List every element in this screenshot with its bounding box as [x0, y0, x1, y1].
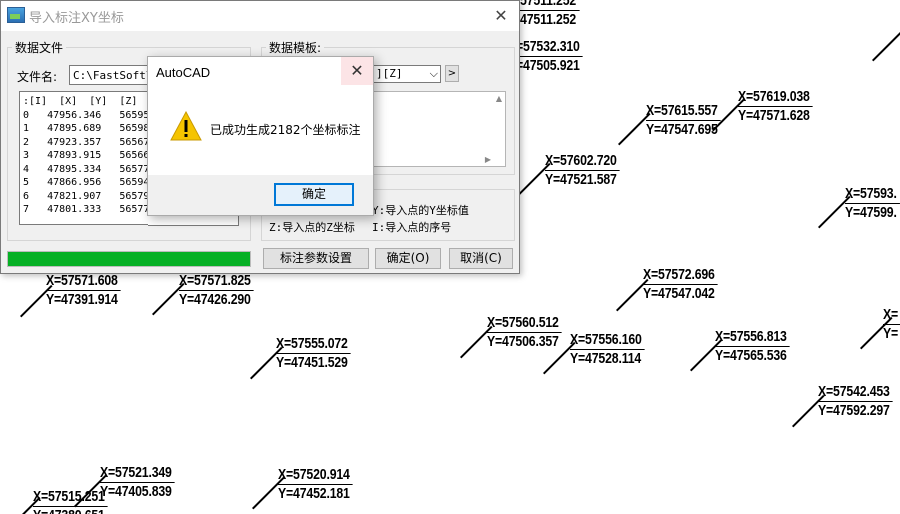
annotation-x-value: X=57571.608 — [46, 272, 122, 291]
coordinate-annotation[interactable]: X=57542.453 Y=47592.297 — [818, 383, 894, 420]
message-text: 已成功生成2182个坐标标注 — [210, 123, 361, 137]
data-preview-line: :[I] [X] [Y] [Z] — [23, 96, 138, 107]
data-preview-line: 5 47866.956 56594.96 — [23, 177, 148, 188]
data-preview-line: 1 47895.689 56598.86 — [23, 123, 148, 134]
hint-i-label: I:导入点的序号 — [372, 221, 452, 234]
coordinate-annotation[interactable]: X=57571.825 Y=47426.290 — [179, 272, 255, 309]
progress-fill — [8, 252, 250, 266]
template-dropdown[interactable]: ][Z] ⌵ — [372, 65, 441, 83]
template-value: ][Z] — [376, 67, 403, 80]
data-preview-line: 7 47801.333 56577.225 211.500 — [23, 204, 148, 215]
data-file-legend: 数据文件 — [15, 41, 64, 55]
coordinate-annotation[interactable]: X=57556.813 Y=47565.536 — [715, 328, 791, 365]
coordinate-annotation[interactable]: X=57572.696 Y=47547.042 — [643, 266, 719, 303]
message-box-close-button[interactable]: ✕ — [341, 57, 373, 85]
annotation-y-value: Y=47506.357 — [487, 333, 559, 350]
file-name-label: 文件名: — [17, 70, 58, 84]
data-preview-line: 0 47956.346 56595.31 — [23, 109, 148, 121]
annotation-x-value: X=57615.557 — [646, 102, 722, 121]
annotation-y-value: Y=47565.536 — [715, 347, 787, 364]
coordinate-annotation[interactable]: X=57521.349 Y=47405.839 — [100, 464, 176, 501]
annotation-x-value: X=57520.914 — [278, 466, 354, 485]
annotation-y-value: Y= — [883, 325, 899, 342]
annotation-x-value: X=57571.825 — [179, 272, 255, 291]
annotation-x-value: X=57556.160 — [570, 331, 646, 350]
annotation-y-value: Y=47599. — [845, 204, 897, 221]
data-preview-line: 2 47923.357 56567.64 — [23, 136, 148, 148]
data-preview-list[interactable]: :[I] [X] [Y] [Z] 0 47956.346 56595.31 1 47… — [19, 91, 149, 225]
hint-z-label: Z:导入点的Z坐标 — [269, 221, 355, 234]
annotation-x-value: X=57542.453 — [818, 383, 894, 402]
scroll-right-icon[interactable]: ▶ — [485, 155, 491, 164]
annotation-x-value: X=57515.251 — [33, 488, 109, 507]
annotation-y-value: Y=47547.695 — [646, 121, 718, 138]
coordinate-annotation[interactable]: X=57615.557 Y=47547.695 — [646, 102, 722, 139]
annotation-x-value: X=57556.813 — [715, 328, 791, 347]
annotation-y-value: Y=47380.651 — [33, 507, 108, 514]
annotation-x-value: X=57572.696 — [643, 266, 719, 285]
warning-icon — [170, 111, 202, 141]
message-ok-button[interactable]: 确定 — [274, 183, 354, 206]
coordinate-annotation[interactable]: X=57520.914 Y=47452.181 — [278, 466, 354, 503]
file-path-field[interactable]: C:\FastSoft\F — [69, 65, 159, 85]
annotation-y-value: Y=47571.628 — [738, 107, 810, 124]
scroll-up-icon[interactable]: ▲ — [496, 94, 502, 103]
hint-y-label: Y:导入点的Y坐标值 — [372, 204, 469, 217]
annotation-y-value: Y=47405.839 — [100, 483, 172, 500]
coordinate-annotation[interactable]: X=57556.160 Y=47528.114 — [570, 331, 646, 368]
coordinate-annotation[interactable]: X=57555.072 Y=47451.529 — [276, 335, 352, 372]
annotation-y-value: Y=47528.114 — [570, 350, 642, 367]
cancel-button[interactable]: 取消(C) — [449, 248, 513, 269]
coordinate-annotation[interactable]: X=57593. Y=47599. — [845, 185, 900, 222]
message-box-title: AutoCAD — [156, 65, 211, 80]
template-legend: 数据模板: — [269, 41, 322, 55]
label-settings-button[interactable]: 标注参数设置 — [263, 248, 369, 269]
coordinate-annotation[interactable]: X=57571.608 Y=47391.914 — [46, 272, 122, 309]
annotation-x-value: X=57555.072 — [276, 335, 352, 354]
progress-bar — [7, 251, 251, 267]
annotation-y-value: Y=47521.587 — [545, 171, 617, 188]
coordinate-annotation[interactable]: X=57515.251Y=47380.651 — [33, 488, 109, 514]
ok-button[interactable]: 确定(O) — [375, 248, 441, 269]
annotation-y-value: Y=47547.042 — [643, 285, 715, 302]
dialog-title: 导入标注XY坐标 — [29, 11, 124, 26]
annotation-y-value: Y=47592.297 — [818, 402, 890, 419]
annotation-y-value: Y=47391.914 — [46, 291, 118, 308]
annotation-y-value: Y=47451.529 — [276, 354, 348, 371]
annotation-x-value: X=57593. — [845, 185, 900, 204]
annotation-x-value: X=57560.512 — [487, 314, 563, 333]
coordinate-annotation[interactable]: X=57619.038 Y=47571.628 — [738, 88, 814, 125]
data-preview-list-ext — [148, 215, 239, 226]
chevron-down-icon: ⌵ — [429, 67, 438, 80]
annotation-y-value: Y=47426.290 — [179, 291, 251, 308]
template-text-area[interactable]: ▲ ▶ — [372, 91, 506, 167]
dialog-titlebar[interactable]: 导入标注XY坐标 ✕ — [1, 1, 519, 31]
data-preview-line: 6 47821.907 56579.70 — [23, 190, 148, 202]
leader-line — [872, 31, 900, 62]
message-box-footer: 确定 — [148, 175, 373, 215]
coordinate-annotation[interactable]: X=57560.512 Y=47506.357 — [487, 314, 563, 351]
coordinate-annotation[interactable]: X=57602.720 Y=47521.587 — [545, 152, 621, 189]
close-button[interactable]: ✕ — [483, 1, 519, 31]
autocad-message-box: AutoCAD ✕ 已成功生成2182个坐标标注 确定 — [147, 56, 374, 216]
annotation-y-value: Y=47452.181 — [278, 485, 350, 502]
annotation-x-value: X=57521.349 — [100, 464, 176, 483]
data-preview-line: 3 47893.915 56566.22 — [23, 150, 148, 161]
annotation-x-value: X=57602.720 — [545, 152, 621, 171]
data-preview-line: 4 47895.334 56577.58 — [23, 163, 148, 175]
app-icon — [7, 7, 25, 23]
annotation-x-value: X=57619.038 — [738, 88, 814, 107]
template-arrow-button[interactable]: > — [445, 65, 459, 82]
